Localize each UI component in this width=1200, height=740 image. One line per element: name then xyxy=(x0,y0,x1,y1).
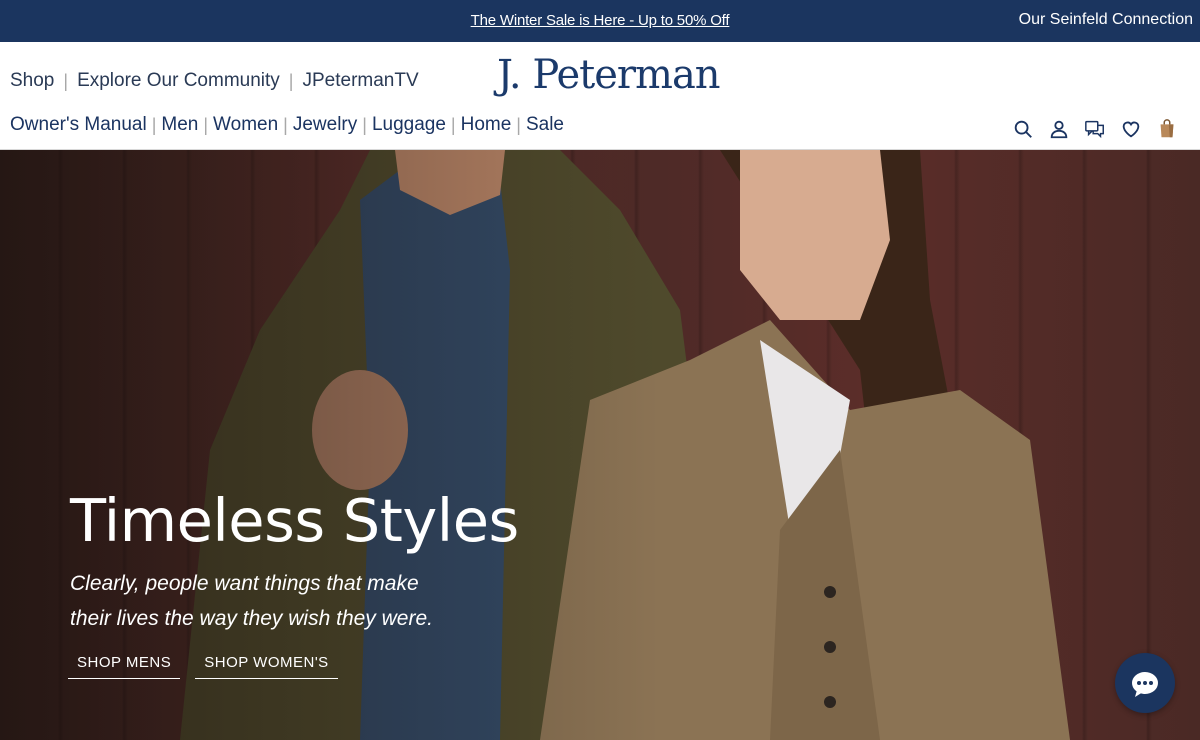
shop-mens-button[interactable]: SHOP MENS xyxy=(68,650,181,679)
hero-text: Timeless Styles Clearly, people want thi… xyxy=(70,488,519,636)
nav-explore-community[interactable]: Explore Our Community xyxy=(77,70,280,92)
nav-owners-manual[interactable]: Owner's Manual xyxy=(10,114,147,136)
account-icon[interactable] xyxy=(1048,118,1070,140)
nav-women[interactable]: Women xyxy=(213,114,278,136)
category-nav: Owner's Manual | Men | Women | Jewelry |… xyxy=(10,114,564,136)
nav-jewelry[interactable]: Jewelry xyxy=(293,114,357,136)
nav-divider: | xyxy=(450,114,456,135)
hero-ctas: SHOP MENS SHOP WOMEN'S xyxy=(68,650,338,679)
nav-divider: | xyxy=(283,114,288,135)
nav-divider: | xyxy=(362,114,367,135)
hero-banner: Timeless Styles Clearly, people want thi… xyxy=(0,150,1200,740)
chat-bubbles-icon[interactable] xyxy=(1084,118,1106,140)
chat-icon xyxy=(1132,672,1158,697)
hero-subtitle: Clearly, people want things that make th… xyxy=(70,572,433,630)
search-icon[interactable] xyxy=(1012,118,1034,140)
nav-shop[interactable]: Shop xyxy=(10,70,54,92)
shopping-bag-icon[interactable] xyxy=(1156,118,1178,140)
nav-divider: | xyxy=(288,70,294,91)
wishlist-heart-icon[interactable] xyxy=(1120,118,1142,140)
nav-home[interactable]: Home xyxy=(461,114,512,136)
nav-jpetermantv[interactable]: JPetermanTV xyxy=(302,70,418,92)
announcement-bar: The Winter Sale is Here - Up to 50% Off … xyxy=(0,0,1200,42)
nav-luggage[interactable]: Luggage xyxy=(372,114,446,136)
nav-divider: | xyxy=(516,114,521,135)
chat-widget-button[interactable] xyxy=(1115,653,1175,713)
top-nav: Shop | Explore Our Community | JPeterman… xyxy=(10,70,419,92)
hero-title: Timeless Styles xyxy=(70,486,519,555)
nav-divider: | xyxy=(203,114,209,135)
site-logo[interactable]: J. Peterman xyxy=(497,52,721,98)
shop-womens-button[interactable]: SHOP WOMEN'S xyxy=(195,650,338,679)
header-icons xyxy=(1012,118,1178,140)
site-header: Shop | Explore Our Community | JPeterman… xyxy=(0,42,1200,150)
nav-sale[interactable]: Sale xyxy=(526,114,564,136)
nav-divider: | xyxy=(63,70,69,91)
nav-divider: | xyxy=(151,114,157,135)
nav-men[interactable]: Men xyxy=(161,114,198,136)
seinfeld-connection-link[interactable]: Our Seinfeld Connection xyxy=(1019,11,1193,29)
